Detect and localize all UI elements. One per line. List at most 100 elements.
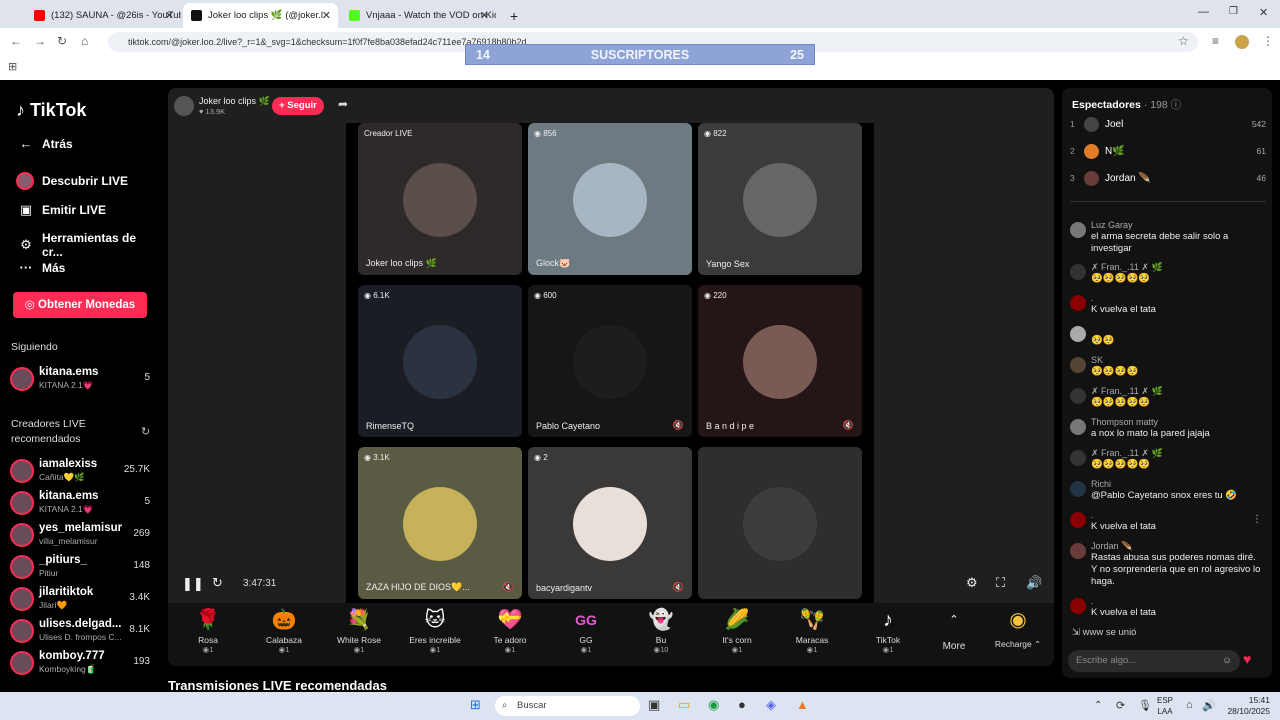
gift-item[interactable]: GG GG ◉1 <box>556 607 616 654</box>
chat-message[interactable]: .K vuelva el tata <box>1070 596 1260 622</box>
gift-item[interactable]: 💝 Te adoro ◉1 <box>480 607 540 654</box>
volume-icon[interactable]: 🔊 <box>1026 575 1042 591</box>
nav-back[interactable]: ← Atrás <box>16 136 73 151</box>
guest-tile[interactable]: ◉ 6.1K RimenseTQ <box>358 285 522 437</box>
tray-app-icon[interactable]: ⟳ <box>1116 699 1125 712</box>
refresh-icon[interactable]: ↻ <box>141 425 150 438</box>
close-icon[interactable]: ✕ <box>165 9 174 22</box>
recommended-item[interactable]: komboy.777 Komboyking🧃 193 <box>10 649 155 677</box>
follow-button[interactable]: + Seguir <box>272 97 324 115</box>
windows-start-icon[interactable]: ⊞ <box>470 697 481 713</box>
chat-message[interactable]: .K vuelva el tata <box>1070 293 1260 319</box>
guest-tile[interactable]: ◉ 2 bacyardigantv 🔇 <box>528 447 692 599</box>
forward-icon[interactable]: → <box>34 34 46 48</box>
close-icon[interactable]: ✕ <box>480 9 489 22</box>
refresh-icon[interactable]: ↻ <box>212 575 223 591</box>
more-options-icon[interactable]: ⋮ <box>1252 514 1262 525</box>
tab-youtube[interactable]: (132) SAUNA - @26is - YouTube ✕ <box>26 3 181 28</box>
gift-item[interactable]: 💐 White Rose ◉1 <box>329 607 389 654</box>
chat-message[interactable]: ✗ Fran._.11 ✗ 🌿 🥺🥺🥺🥺🥺 <box>1070 448 1260 474</box>
following-item[interactable]: kitana.ems KITANA 2.1💗 5 <box>10 365 155 393</box>
get-coins-button[interactable]: ◎ Obtener Monedas <box>13 292 147 318</box>
pause-icon[interactable]: ❚❚ <box>182 576 204 592</box>
host-info[interactable]: Joker loo clips 🌿 ♥ 13.9K <box>174 96 270 116</box>
microphone-icon[interactable]: 🎙 <box>1138 699 1152 712</box>
gift-item[interactable]: 🎃 Calabaza ◉1 <box>254 607 314 654</box>
minimize-icon[interactable]: — <box>1198 6 1209 18</box>
app-icon[interactable]: ▲ <box>796 697 809 712</box>
nav-go-live[interactable]: ▣ Emitir LIVE <box>16 202 106 218</box>
fullscreen-icon[interactable]: ⛶ <box>996 575 1005 591</box>
volume-icon[interactable]: 🔊 <box>1202 699 1216 712</box>
emoji-icon[interactable]: ☺ <box>1222 650 1232 672</box>
empty-seat-tile[interactable] <box>698 447 862 599</box>
chat-message[interactable]: Luz Garay el arma secreta debe salir solo… <box>1070 220 1260 256</box>
chat-message[interactable]: Richi @Pablo Cayetano snox eres tu 🤣 <box>1070 479 1260 505</box>
guest-tile[interactable]: Creador LIVE Joker loo clips 🌿 <box>358 123 522 275</box>
chat-message[interactable]: 🥺🥺 <box>1070 324 1260 350</box>
home-icon[interactable]: ⌂ <box>81 34 88 48</box>
task-view-icon[interactable]: ▣ <box>648 697 660 713</box>
more-gifts-button[interactable]: ⌃ More <box>924 607 984 652</box>
nav-discover-live[interactable]: Descubrir LIVE <box>16 172 128 190</box>
top-viewer-row[interactable]: 1 Joel 542 <box>1070 115 1266 133</box>
chat-message[interactable]: ✗ Fran._.11 ✗ 🌿 🥺🥺🥺🥺🥺 <box>1070 262 1260 288</box>
menu-icon[interactable]: ⋮ <box>1262 34 1274 48</box>
chat-message[interactable]: SK 🥺🥺🥺🥺 <box>1070 355 1260 381</box>
gift-item[interactable]: 🌹 Rosa ◉1 <box>178 607 238 654</box>
guest-tile[interactable]: ◉ 822 Yango Sex <box>698 123 862 275</box>
media-icon[interactable]: ≡ <box>1212 34 1219 48</box>
chat-message[interactable]: Jordan 🪶 Rastas abusa sus poderes nomas d… <box>1070 541 1260 597</box>
chrome-icon[interactable]: ◉ <box>708 697 719 713</box>
guest-tile[interactable]: ◉ 600 Pablo Cayetano 🔇 <box>528 285 692 437</box>
new-tab-button[interactable]: + <box>502 3 522 28</box>
gift-item[interactable]: 👻 Bu ◉10 <box>631 607 691 654</box>
recommended-item[interactable]: kitana.ems KITANA 2.1💗 5 <box>10 489 155 517</box>
info-icon[interactable]: ⓘ <box>1171 99 1182 111</box>
tray-chevron-icon[interactable]: ⌃ <box>1094 700 1102 711</box>
top-viewer-row[interactable]: 3 Jordan 🪶 46 <box>1070 169 1266 187</box>
chat-message[interactable]: .K vuelva el tata ⋮ <box>1070 510 1262 536</box>
tab-kick[interactable]: Vnjaaa - Watch the VOD on Kic ✕ <box>341 3 496 28</box>
recommended-item[interactable]: iamalexiss Cañita💛🌿 25.7K <box>10 457 155 485</box>
nav-more[interactable]: ··· Más <box>16 260 66 275</box>
guest-tile[interactable]: ◉ 3.1K ZAZA HIJO DE DIOS💛... 🔇 <box>358 447 522 599</box>
taskbar-clock[interactable]: 15:41 28/10/2025 <box>1227 695 1270 717</box>
bookmark-star-icon[interactable]: ☆ <box>1178 34 1189 48</box>
recommended-item[interactable]: _pitiurs_ Pitiur 148 <box>10 553 155 581</box>
language-indicator[interactable]: ESP LAA <box>1157 695 1173 717</box>
top-viewer-row[interactable]: 2 N🌿 61 <box>1070 142 1266 160</box>
apps-grid-icon[interactable]: ⊞ <box>8 60 17 73</box>
back-icon[interactable]: ← <box>10 34 22 48</box>
network-icon[interactable]: ⌂ <box>1186 699 1193 711</box>
gift-item[interactable]: ♪ TikTok ◉1 <box>858 607 918 654</box>
guest-tile[interactable]: ◉ 856 Glock🐷 <box>528 123 692 275</box>
maximize-icon[interactable]: ❐ <box>1229 6 1238 17</box>
close-icon[interactable]: ✕ <box>322 9 331 22</box>
chat-input[interactable]: Escribe algo... ☺ <box>1068 650 1240 672</box>
like-heart-icon[interactable]: ♥ <box>1243 651 1251 667</box>
gift-item[interactable]: 🌽 It's corn ◉1 <box>707 607 767 654</box>
file-explorer-icon[interactable]: ▭ <box>678 697 690 713</box>
gift-item[interactable]: 🪇 Maracas ◉1 <box>782 607 842 654</box>
recommended-item[interactable]: ulises.delgad... Ulises D. frompos C... 8.… <box>10 617 155 645</box>
share-icon[interactable]: ➦ <box>338 97 348 111</box>
chat-message[interactable]: ✗ Fran._.11 ✗ 🌿 🥺🥺🥺🥺🥺 <box>1070 386 1260 412</box>
nav-creator-tools[interactable]: ⚙ Herramientas de cr... <box>16 231 160 259</box>
gift-item[interactable]: 🐱 Eres increible ◉1 <box>405 607 465 654</box>
profile-avatar[interactable] <box>1235 35 1249 49</box>
tab-tiktok[interactable]: Joker loo clips 🌿 (@joker.l ✕ <box>183 3 338 28</box>
reload-icon[interactable]: ↻ <box>57 34 67 48</box>
chat-message[interactable]: Thompson matty a nox lo mato la pared jaj… <box>1070 417 1260 443</box>
guest-tile[interactable]: ◉ 220 B a n d i p e 🔇 <box>698 285 862 437</box>
host-avatar[interactable] <box>174 96 194 116</box>
recommended-item[interactable]: jilaritiktok Jilari🧡 3.4K <box>10 585 155 613</box>
tiktok-logo[interactable]: ♪ TikTok <box>16 100 86 121</box>
recharge-button[interactable]: ◉ Recharge ⌃ <box>988 607 1048 650</box>
settings-icon[interactable]: ⚙ <box>966 575 978 591</box>
taskbar-search[interactable]: ⌕ Buscar <box>495 696 640 716</box>
app-icon[interactable]: ● <box>738 697 746 712</box>
recommended-item[interactable]: yes_melamisur villa_melamisur 269 <box>10 521 155 549</box>
discord-icon[interactable]: ◈ <box>766 697 776 713</box>
window-close-icon[interactable]: ✕ <box>1259 6 1268 19</box>
